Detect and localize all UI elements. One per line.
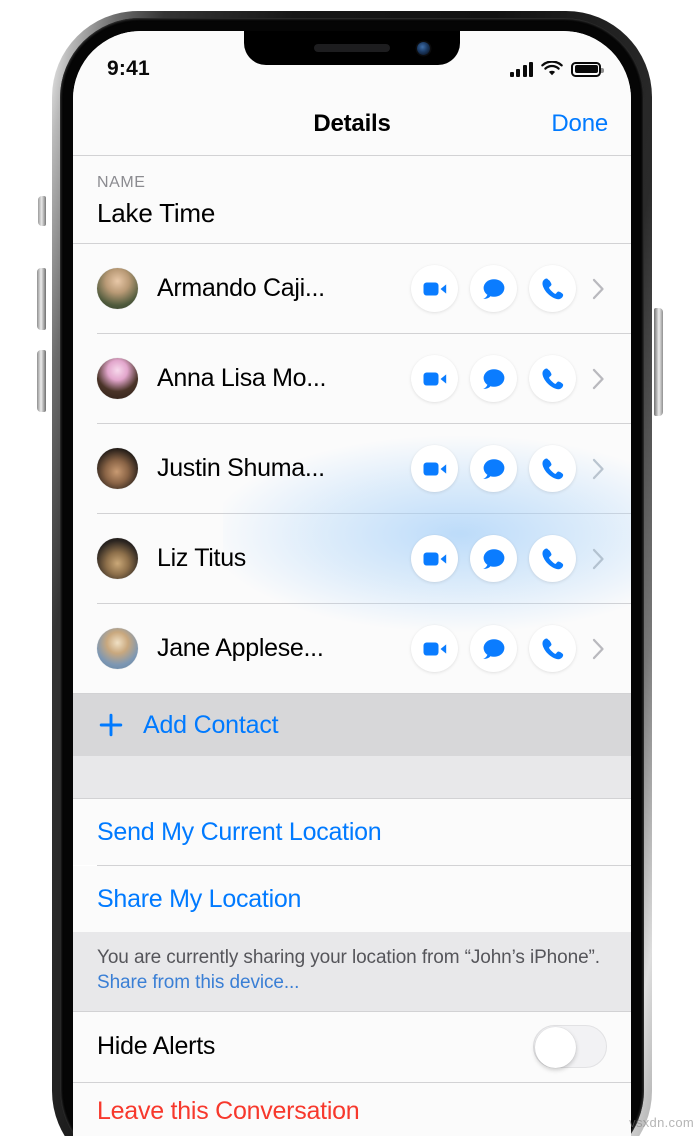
wifi-icon [541, 61, 563, 76]
message-button[interactable] [470, 535, 517, 582]
phone-handset-icon [542, 278, 564, 300]
watermark: vsxdn.com [629, 1115, 694, 1130]
done-button[interactable]: Done [551, 110, 608, 138]
message-button[interactable] [470, 625, 517, 672]
group-name-section[interactable]: NAME Lake Time [73, 156, 631, 243]
location-sharing-footnote: You are currently sharing your location … [73, 932, 631, 1011]
status-bar-indicators [509, 61, 604, 77]
contact-row[interactable]: Anna Lisa Mo... [73, 334, 631, 423]
facetime-video-button[interactable] [411, 355, 458, 402]
chevron-right-icon[interactable] [587, 458, 609, 480]
group-name-value[interactable]: Lake Time [97, 198, 607, 229]
leave-conversation-label: Leave this Conversation [97, 1096, 360, 1125]
add-contact-button[interactable]: Add Contact [73, 694, 631, 756]
facetime-video-icon [423, 372, 446, 385]
display-notch [244, 31, 460, 65]
contact-name: Anna Lisa Mo... [157, 364, 327, 392]
contact-name: Armando Caji... [157, 274, 325, 302]
hide-alerts-row[interactable]: Hide Alerts [73, 1011, 631, 1082]
phone-handset-icon [542, 548, 564, 570]
chevron-right-icon[interactable] [587, 638, 609, 660]
phone-handset-icon [542, 638, 564, 660]
share-my-location-label: Share My Location [97, 884, 302, 913]
avatar [97, 448, 138, 489]
message-bubble-icon [482, 368, 504, 389]
phone-call-button[interactable] [529, 535, 576, 582]
message-bubble-icon [482, 458, 504, 479]
contact-row[interactable]: Jane Applese... [73, 604, 631, 693]
phone-screen: 9:41 Details Done NAME Lake Time Armando… [73, 31, 631, 1136]
page-title: Details [313, 110, 391, 137]
message-button[interactable] [470, 265, 517, 312]
side-power-button[interactable] [654, 308, 663, 416]
phone-call-button[interactable] [529, 265, 576, 312]
contact-actions [411, 265, 576, 312]
avatar [97, 538, 138, 579]
facetime-video-button[interactable] [411, 625, 458, 672]
screenshot-stage: 9:41 Details Done NAME Lake Time Armando… [0, 0, 700, 1136]
chevron-right-icon[interactable] [587, 368, 609, 390]
name-field-label: NAME [97, 174, 146, 191]
facetime-video-button[interactable] [411, 445, 458, 492]
hide-alerts-toggle[interactable] [533, 1025, 607, 1069]
hide-alerts-label: Hide Alerts [97, 1032, 216, 1061]
send-current-location-button[interactable]: Send My Current Location [73, 799, 631, 865]
contact-name: Jane Applese... [157, 634, 324, 662]
facetime-video-icon [423, 462, 446, 475]
contact-row[interactable]: Justin Shuma... [73, 424, 631, 513]
contact-row[interactable]: Armando Caji... [73, 244, 631, 333]
facetime-video-button[interactable] [411, 535, 458, 582]
ringer-switch-button[interactable] [38, 196, 46, 226]
message-button[interactable] [470, 445, 517, 492]
earpiece-speaker-icon [314, 44, 390, 52]
add-contact-label: Add Contact [143, 710, 279, 739]
front-camera-icon [417, 42, 430, 55]
contact-actions [411, 625, 576, 672]
chevron-right-icon[interactable] [587, 548, 609, 570]
contact-actions [411, 445, 576, 492]
contacts-list: Armando Caji... Anna Lisa Mo... Justin S… [73, 244, 631, 693]
navigation-bar: Details Done [73, 93, 631, 155]
volume-down-button[interactable] [37, 350, 46, 412]
contact-name: Liz Titus [157, 544, 246, 572]
phone-handset-icon [542, 368, 564, 390]
facetime-video-icon [423, 642, 446, 655]
section-gap [73, 756, 631, 798]
message-bubble-icon [482, 278, 504, 299]
avatar [97, 628, 138, 669]
contact-row[interactable]: Liz Titus [73, 514, 631, 603]
send-current-location-label: Send My Current Location [97, 817, 382, 846]
message-bubble-icon [482, 548, 504, 569]
message-bubble-icon [482, 638, 504, 659]
battery-full-icon [571, 61, 604, 77]
volume-up-button[interactable] [37, 268, 46, 330]
contact-actions [411, 355, 576, 402]
message-button[interactable] [470, 355, 517, 402]
avatar [97, 358, 138, 399]
plus-icon [97, 712, 125, 738]
leave-conversation-button[interactable]: Leave this Conversation [73, 1082, 631, 1136]
chevron-right-icon[interactable] [587, 278, 609, 300]
contact-actions [411, 535, 576, 582]
share-my-location-button[interactable]: Share My Location [73, 866, 631, 932]
facetime-video-icon [423, 282, 446, 295]
facetime-video-icon [423, 552, 446, 565]
phone-handset-icon [542, 458, 564, 480]
share-from-this-device-link[interactable]: Share from this device... [97, 972, 299, 993]
phone-call-button[interactable] [529, 445, 576, 492]
footnote-text: You are currently sharing your location … [97, 947, 600, 968]
contact-name: Justin Shuma... [157, 454, 325, 482]
details-scroll-content: NAME Lake Time Armando Caji... Anna Lisa… [73, 155, 631, 1136]
avatar [97, 268, 138, 309]
status-bar-clock: 9:41 [107, 57, 150, 80]
phone-call-button[interactable] [529, 625, 576, 672]
cellular-bars-icon [509, 61, 533, 77]
phone-call-button[interactable] [529, 355, 576, 402]
toggle-knob [535, 1027, 576, 1069]
facetime-video-button[interactable] [411, 265, 458, 312]
